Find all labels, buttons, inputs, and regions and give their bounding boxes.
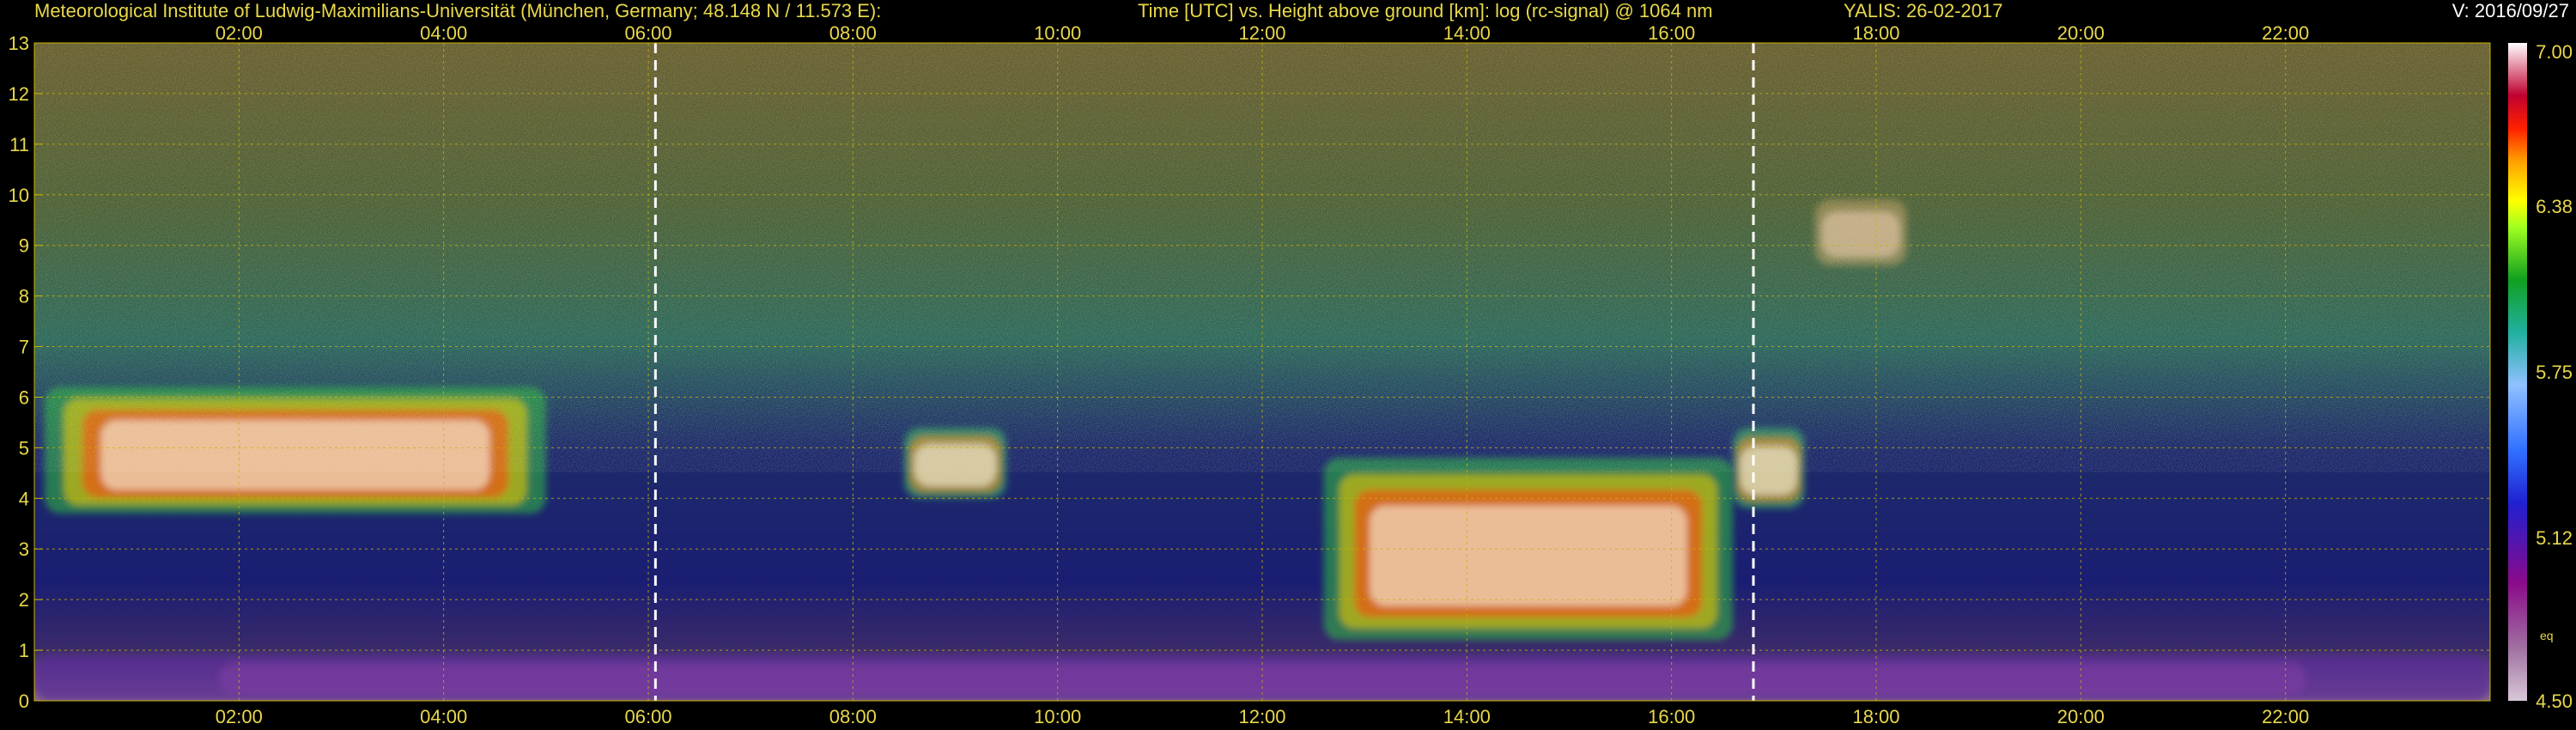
plot-area [34, 43, 2490, 701]
x-tick-top-2: 06:00 [624, 22, 671, 44]
signal-feature-0-band-1 [218, 663, 2306, 696]
x-tick-bottom-6: 14:00 [1443, 706, 1491, 727]
y-tick-label-7: 7 [19, 337, 29, 358]
x-tick-bottom-1: 04:00 [420, 706, 467, 727]
x-tick-bottom-0: 02:00 [216, 706, 263, 727]
x-tick-top-10: 22:00 [2262, 22, 2309, 44]
y-tick-label-9: 9 [19, 235, 29, 257]
colorbar-tick-2: 5.75 [2536, 362, 2573, 383]
x-tick-top-5: 12:00 [1238, 22, 1285, 44]
x-tick-top-1: 04:00 [420, 22, 467, 44]
x-tick-top-8: 18:00 [1852, 22, 1899, 44]
noise-overlay [34, 43, 2490, 472]
x-tick-bottom-2: 06:00 [624, 706, 671, 727]
lidar-chart: 012345678910111213 02:00 04:00 06:00 08:00 1… [9, 22, 2573, 727]
x-tick-bottom-3: 08:00 [829, 706, 877, 727]
x-axis-bottom: 02:00 04:00 06:00 08:00 10:00 12:00 14:00 16:00… [216, 706, 2309, 727]
institute-title: Meteorological Institute of Ludwig-Maxim… [34, 0, 882, 21]
y-tick-label-12: 12 [9, 83, 29, 105]
colorbar: 4.50 5.12 5.75 6.38 7.00 eq [2508, 41, 2573, 712]
x-tick-top-0: 02:00 [216, 22, 263, 44]
y-tick-label-5: 5 [19, 437, 29, 459]
station-date: YALIS: 26-02-2017 [1844, 0, 2003, 21]
y-tick-label-3: 3 [19, 538, 29, 560]
colorbar-tick-3: 6.38 [2536, 196, 2573, 217]
colorbar-tick-1: 5.12 [2536, 527, 2573, 549]
x-tick-bottom-10: 22:00 [2262, 706, 2309, 727]
x-tick-top-9: 20:00 [2057, 22, 2105, 44]
y-tick-label-13: 13 [9, 33, 29, 54]
colorbar-scale [2508, 43, 2527, 701]
x-tick-top-3: 08:00 [829, 22, 877, 44]
y-tick-label-2: 2 [19, 589, 29, 611]
colorbar-tick-4: 7.00 [2536, 41, 2573, 63]
y-tick-label-4: 4 [19, 488, 29, 509]
colorbar-tick-0: 4.50 [2536, 690, 2573, 712]
axes-description: Time [UTC] vs. Height above ground [km]:… [1138, 0, 1713, 21]
x-tick-top-6: 14:00 [1443, 22, 1491, 44]
y-tick-label-1: 1 [19, 640, 29, 661]
x-tick-bottom-4: 10:00 [1034, 706, 1081, 727]
x-tick-top-7: 16:00 [1648, 22, 1695, 44]
y-tick-label-10: 10 [9, 185, 29, 206]
y-tick-label-6: 6 [19, 386, 29, 408]
x-tick-bottom-7: 16:00 [1648, 706, 1695, 727]
x-tick-bottom-8: 18:00 [1852, 706, 1899, 727]
signal-feature-3-band-3 [1370, 505, 1687, 606]
colorbar-label: eq [2540, 629, 2554, 642]
y-tick-label-11: 11 [9, 134, 29, 155]
x-tick-bottom-9: 20:00 [2057, 706, 2105, 727]
version-label: V: 2016/09/27 [2451, 0, 2569, 21]
x-tick-bottom-5: 12:00 [1238, 706, 1285, 727]
x-axis-top: 02:00 04:00 06:00 08:00 10:00 12:00 14:00 16:00… [216, 22, 2309, 44]
x-tick-top-4: 10:00 [1034, 22, 1081, 44]
y-tick-label-0: 0 [19, 690, 29, 712]
y-tick-label-8: 8 [19, 286, 29, 307]
